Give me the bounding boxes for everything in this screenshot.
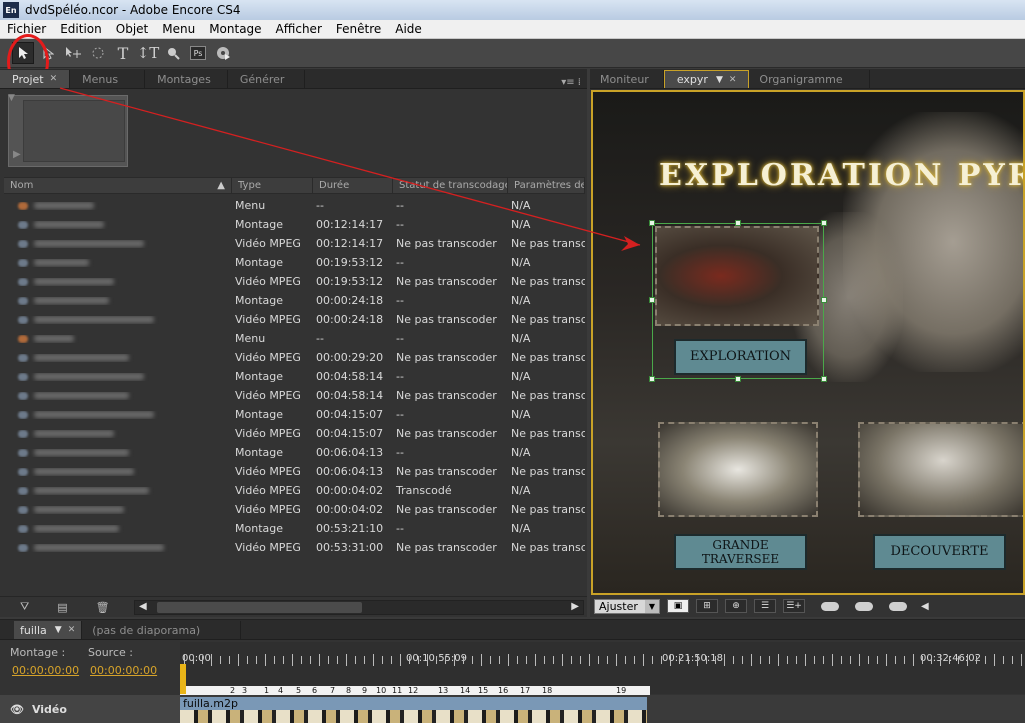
chapter-marker[interactable]: 2: [230, 686, 235, 695]
chapter-marker[interactable]: 7: [330, 686, 335, 695]
chapter-marker[interactable]: 11: [392, 686, 402, 695]
chapter-marker[interactable]: 4: [278, 686, 283, 695]
chapter-marker[interactable]: 15: [478, 686, 488, 695]
chapter-marker[interactable]: 16: [498, 686, 508, 695]
chapter-marker-strip[interactable]: 2 3 1 4 5 6 7 8 9 10 11 12 13 14 15 16 17 18 19: [180, 686, 650, 695]
chapter-marker[interactable]: 6: [312, 686, 317, 695]
timeline-panel: fuilla ▼ ✕ (pas de diaporama) Montage : So…: [0, 619, 1025, 723]
tab-fuilla[interactable]: fuilla ▼ ✕: [14, 621, 83, 639]
chapter-marker[interactable]: 1: [264, 686, 269, 695]
chapter-marker[interactable]: 19: [616, 686, 626, 695]
chapter-marker[interactable]: 10: [376, 686, 386, 695]
ruler-label: 00:00: [182, 653, 211, 664]
video-track-header[interactable]: 👁 Vidéo: [0, 695, 180, 723]
eye-icon: 👁: [10, 702, 24, 716]
video-clip[interactable]: fuilla.m2p: [180, 697, 647, 723]
video-track: 👁 Vidéo fuilla.m2p: [0, 695, 1025, 723]
chapter-marker[interactable]: 3: [242, 686, 247, 695]
timecode-area: Montage : Source : 00:00:00:00 00:00:00:…: [0, 642, 180, 698]
chapter-marker[interactable]: 9: [362, 686, 367, 695]
chapter-marker[interactable]: 14: [460, 686, 470, 695]
close-icon: ✕: [67, 625, 76, 635]
chapter-marker[interactable]: 8: [346, 686, 351, 695]
tab-slideshow[interactable]: (pas de diaporama): [82, 621, 242, 639]
dropdown-arrow-icon: ▼: [54, 625, 62, 635]
source-label: Source :: [88, 646, 133, 659]
chapter-marker[interactable]: 12: [408, 686, 418, 695]
ruler-label: 00:21:50:18: [662, 653, 724, 664]
chapter-marker[interactable]: 17: [520, 686, 530, 695]
chapter-marker[interactable]: 13: [438, 686, 448, 695]
timeline-tabs: fuilla ▼ ✕ (pas de diaporama): [0, 620, 1025, 640]
chapter-marker[interactable]: 5: [296, 686, 301, 695]
annotation-arrow: [59, 87, 641, 251]
source-timecode[interactable]: 00:00:00:00: [90, 664, 157, 677]
chapter-marker[interactable]: 18: [542, 686, 552, 695]
montage-timecode[interactable]: 00:00:00:00: [12, 664, 79, 677]
playhead-icon[interactable]: [180, 664, 186, 694]
time-ruler[interactable]: 00:00 00:10:55:09 00:21:50:18 00:32:46:0…: [180, 642, 1025, 695]
montage-label: Montage :: [10, 646, 66, 659]
ruler-label: 00:32:46:02: [920, 653, 982, 664]
